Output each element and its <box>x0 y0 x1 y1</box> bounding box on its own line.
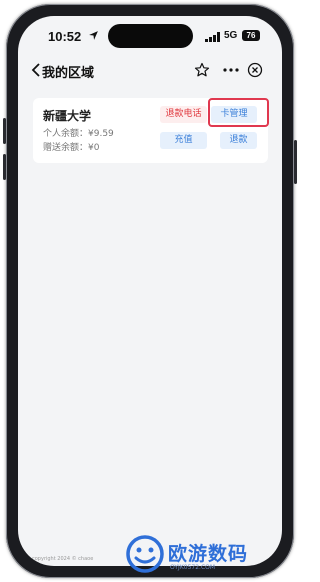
signal-icon <box>205 32 220 42</box>
refund-phone-button[interactable]: 退款电话 <box>160 106 207 123</box>
phone-side-button <box>3 154 6 180</box>
close-icon[interactable] <box>247 62 263 78</box>
more-icon[interactable] <box>222 63 240 77</box>
personal-balance: 个人余额：¥9.59 <box>43 129 114 139</box>
dynamic-island <box>108 24 193 48</box>
brand-url: OYJK0572.COM <box>170 564 216 571</box>
phone-screen: 10:52 5G 76 我的区域 新疆大学 个人余额：¥9.59 赠送余额：¥0… <box>18 16 282 566</box>
school-name: 新疆大学 <box>43 109 92 123</box>
network-type: 5G <box>224 30 238 41</box>
status-bar: 10:52 5G 76 <box>18 16 282 56</box>
location-arrow-icon <box>89 31 98 40</box>
recharge-button[interactable]: 充值 <box>160 132 207 149</box>
footer-copyright: copyright 2024 © chaoe <box>32 556 94 562</box>
phone-side-button <box>3 118 6 144</box>
phone-side-button <box>294 140 297 184</box>
gift-balance: 赠送余额：¥0 <box>43 143 100 153</box>
nav-bar: 我的区域 <box>18 56 282 84</box>
brand-logo-icon <box>126 535 164 573</box>
star-icon[interactable] <box>194 62 210 78</box>
page-title: 我的区域 <box>42 66 95 81</box>
highlight-annotation <box>208 98 269 127</box>
status-time: 10:52 <box>48 29 82 44</box>
back-chevron-icon[interactable] <box>30 62 42 78</box>
brand-name: 欧游数码 <box>168 543 249 565</box>
battery-icon: 76 <box>242 30 260 41</box>
refund-button[interactable]: 退款 <box>220 132 257 149</box>
